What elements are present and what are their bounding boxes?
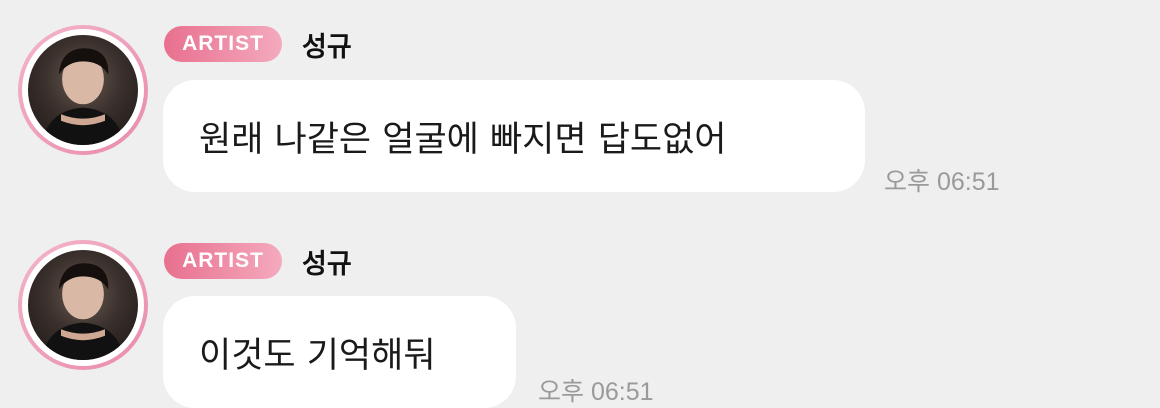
message-header: ARTIST 성규 (164, 241, 352, 281)
message-bubble[interactable]: 이것도 기억해둬 (163, 296, 516, 408)
avatar-photo (28, 250, 138, 360)
message-text: 이것도 기억해둬 (199, 335, 436, 376)
avatar-frame (22, 244, 144, 366)
artist-badge: ARTIST (164, 243, 282, 279)
chat-thread: ARTIST 성규 원래 나같은 얼굴에 빠지면 답도없어 오후 06:51 A… (0, 0, 1160, 408)
message-2: ARTIST 성규 이것도 기억해둬 오후 06:51 (0, 0, 1160, 408)
message-time: 오후 06:51 (538, 378, 654, 406)
avatar[interactable] (18, 240, 148, 370)
artist-portrait-icon (41, 263, 125, 360)
sender-name: 성규 (302, 248, 352, 280)
